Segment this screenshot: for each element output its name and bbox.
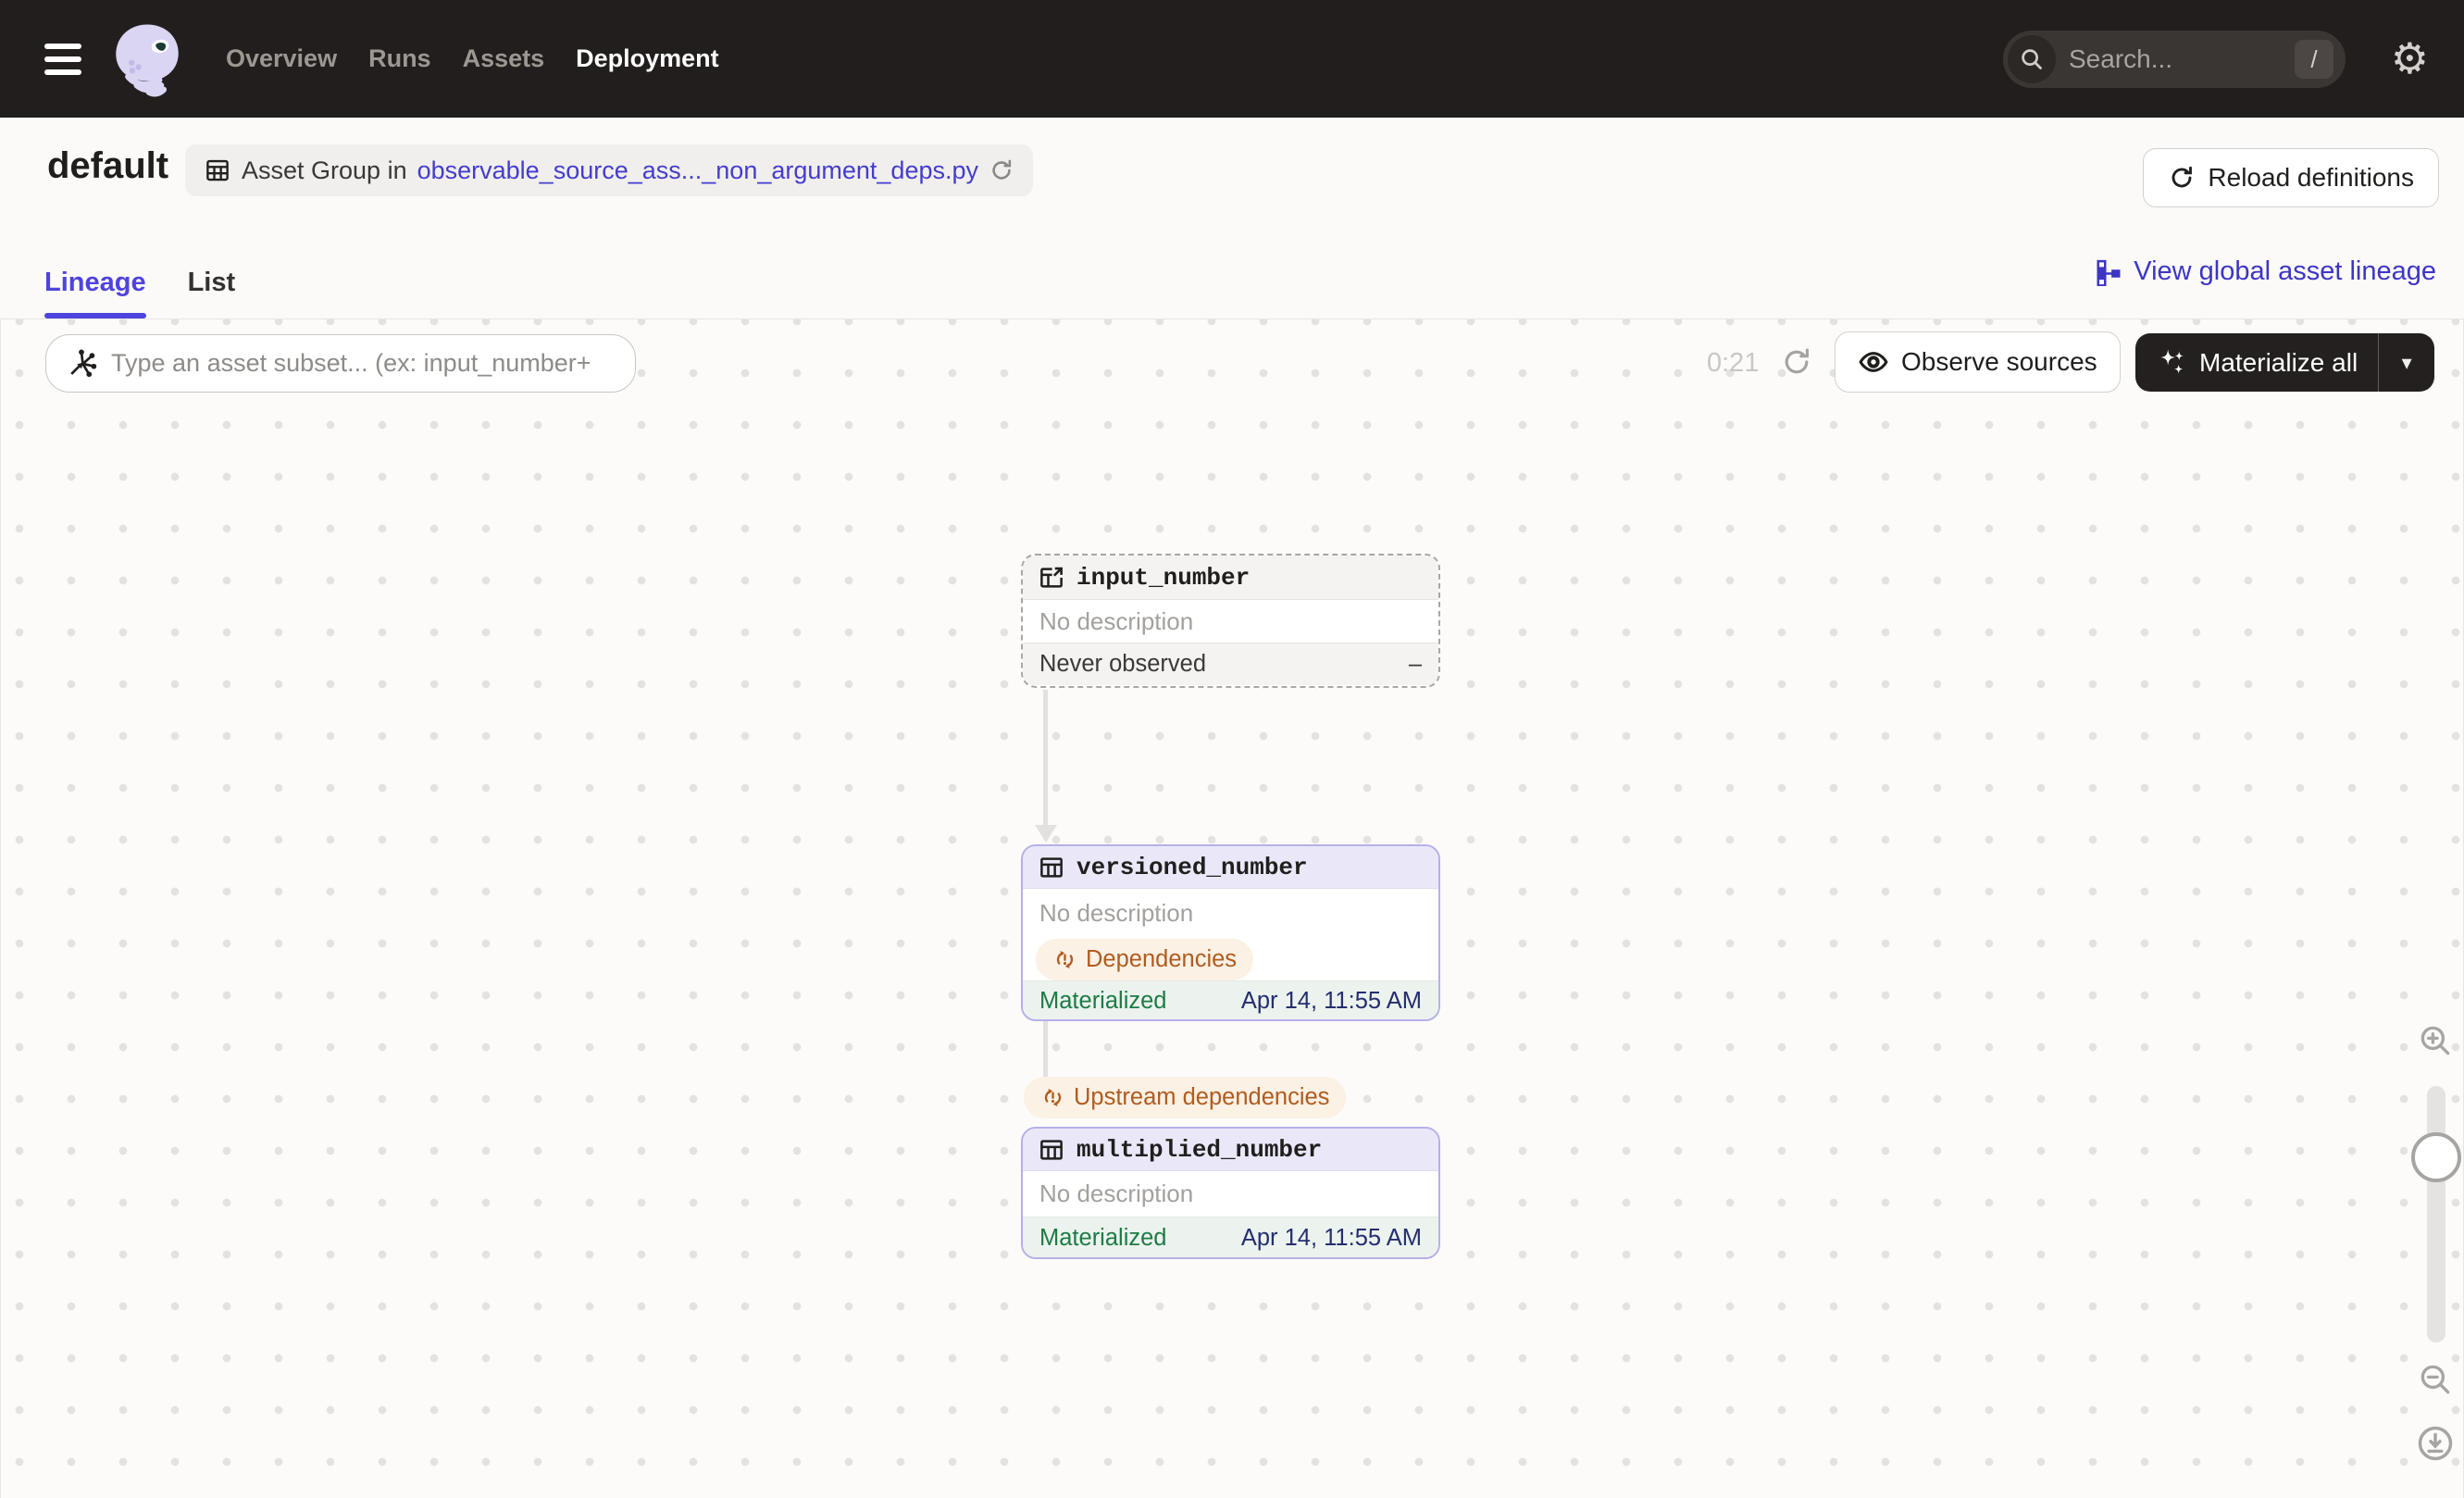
asset-description: No description — [1039, 1180, 1194, 1207]
asset-description: No description — [1039, 898, 1194, 927]
changed-dependencies-icon — [1056, 951, 1074, 968]
page-title: default — [47, 145, 169, 186]
refresh-icon — [2172, 166, 2193, 188]
top-nav: Overview Runs Assets Deployment / ⚙ — [0, 0, 2464, 118]
search-bar[interactable]: / — [2003, 31, 2346, 88]
edge-input-to-versioned — [1043, 690, 1048, 827]
tab-lineage-label: Lineage — [44, 268, 146, 297]
asset-node-input-number[interactable]: input_number No description Never observ… — [1021, 554, 1440, 688]
asset-group-badge: Asset Group in observable_source_ass..._… — [185, 144, 1033, 196]
reload-definitions-label: Reload definitions — [2208, 163, 2414, 192]
source-table-icon — [1040, 567, 1063, 588]
zoom-slider-track[interactable] — [2427, 1086, 2445, 1342]
asset-node-versioned-number[interactable]: versioned_number No description Dependen… — [1021, 844, 1440, 1021]
view-global-asset-lineage-link[interactable]: View global asset lineage — [2095, 256, 2436, 287]
changed-dependencies-label: Dependencies — [1086, 946, 1238, 972]
upstream-dependencies-label: Upstream dependencies — [1074, 1084, 1330, 1110]
search-icon — [2008, 35, 2056, 83]
materialize-all-button[interactable]: Materialize all — [2135, 333, 2378, 392]
refresh-icon[interactable] — [1780, 345, 1813, 379]
reload-definitions-button[interactable]: Reload definitions — [2143, 148, 2439, 207]
sparkle-icon — [2160, 349, 2184, 373]
asset-subset-filter[interactable] — [45, 334, 636, 393]
search-shortcut-key: / — [2295, 40, 2333, 79]
menu-icon[interactable] — [44, 36, 83, 82]
caret-down-icon[interactable]: ▾ — [2379, 333, 2434, 392]
nav-item-overview[interactable]: Overview — [226, 44, 337, 73]
active-tab-underline — [44, 313, 146, 318]
asset-status-row: Materialized Apr 14, 11:55 AM — [1023, 980, 1438, 1019]
code-location-link[interactable]: observable_source_ass..._non_argument_de… — [417, 156, 978, 185]
tab-bar: Lineage List — [44, 268, 235, 318]
graph-query-icon — [70, 349, 97, 377]
gear-icon[interactable]: ⚙ — [2391, 35, 2429, 81]
asset-name: multiplied_number — [1076, 1135, 1323, 1164]
asset-description: No description — [1039, 606, 1194, 635]
asset-status-timestamp[interactable]: Apr 14, 11:55 AM — [1241, 988, 1422, 1015]
changed-dependencies-icon — [1044, 1089, 1062, 1106]
zoom-slider-handle[interactable] — [2411, 1132, 2461, 1182]
asset-name: input_number — [1076, 563, 1251, 592]
asset-status-row: Never observed – — [1023, 643, 1438, 685]
asset-subset-input[interactable] — [111, 349, 629, 378]
observe-sources-button[interactable]: Observe sources — [1835, 331, 2121, 393]
materialize-all-split-button: Materialize all ▾ — [2135, 333, 2435, 392]
table-icon — [1040, 856, 1063, 878]
changed-dependencies-chip[interactable]: Dependencies — [1036, 939, 1254, 980]
observe-sources-label: Observe sources — [1901, 347, 2097, 376]
asset-status: Materialized — [1039, 987, 1167, 1014]
nav-item-runs[interactable]: Runs — [368, 44, 431, 73]
tab-list[interactable]: List — [188, 268, 236, 318]
asset-status: Never observed — [1039, 651, 1207, 677]
upstream-dependencies-chip[interactable]: Upstream dependencies — [1024, 1077, 1347, 1118]
asset-status-value: – — [1408, 651, 1422, 677]
asset-name: versioned_number — [1076, 853, 1308, 881]
zoom-out-icon[interactable] — [2416, 1360, 2455, 1399]
asset-status-timestamp[interactable]: Apr 14, 11:55 AM — [1241, 1225, 1422, 1252]
nav-item-assets[interactable]: Assets — [463, 44, 545, 73]
edge-versioned-to-multiplied — [1043, 1021, 1048, 1079]
asset-node-multiplied-number[interactable]: multiplied_number No description Materia… — [1021, 1127, 1440, 1259]
table-icon — [1040, 1139, 1063, 1160]
lineage-icon — [2097, 259, 2121, 286]
view-global-asset-lineage-label: View global asset lineage — [2134, 256, 2436, 286]
tab-lineage[interactable]: Lineage — [44, 268, 146, 318]
asset-status: Materialized — [1039, 1225, 1167, 1251]
table-icon — [206, 159, 229, 181]
nav-item-deployment[interactable]: Deployment — [576, 44, 719, 73]
asset-status-row: Materialized Apr 14, 11:55 AM — [1023, 1217, 1438, 1257]
badge-prefix: Asset Group in — [242, 156, 407, 184]
eye-icon — [1859, 352, 1888, 372]
search-input[interactable] — [2069, 44, 2295, 74]
materialize-all-label: Materialize all — [2199, 347, 2358, 377]
download-icon[interactable] — [2415, 1423, 2456, 1464]
zoom-in-icon[interactable] — [2416, 1021, 2455, 1060]
lineage-canvas[interactable]: 0:21 Observe sources Materialize all ▾ — [0, 319, 2464, 1498]
dagster-logo[interactable] — [106, 17, 189, 102]
refresh-countdown: 0:21 — [1707, 348, 1760, 378]
page-header: default Asset Group in observable_source… — [0, 118, 2464, 319]
tab-list-label: List — [187, 268, 236, 297]
nav-links: Overview Runs Assets Deployment — [226, 44, 719, 73]
refresh-icon[interactable] — [989, 157, 1014, 183]
edge-arrowhead — [1035, 825, 1057, 843]
